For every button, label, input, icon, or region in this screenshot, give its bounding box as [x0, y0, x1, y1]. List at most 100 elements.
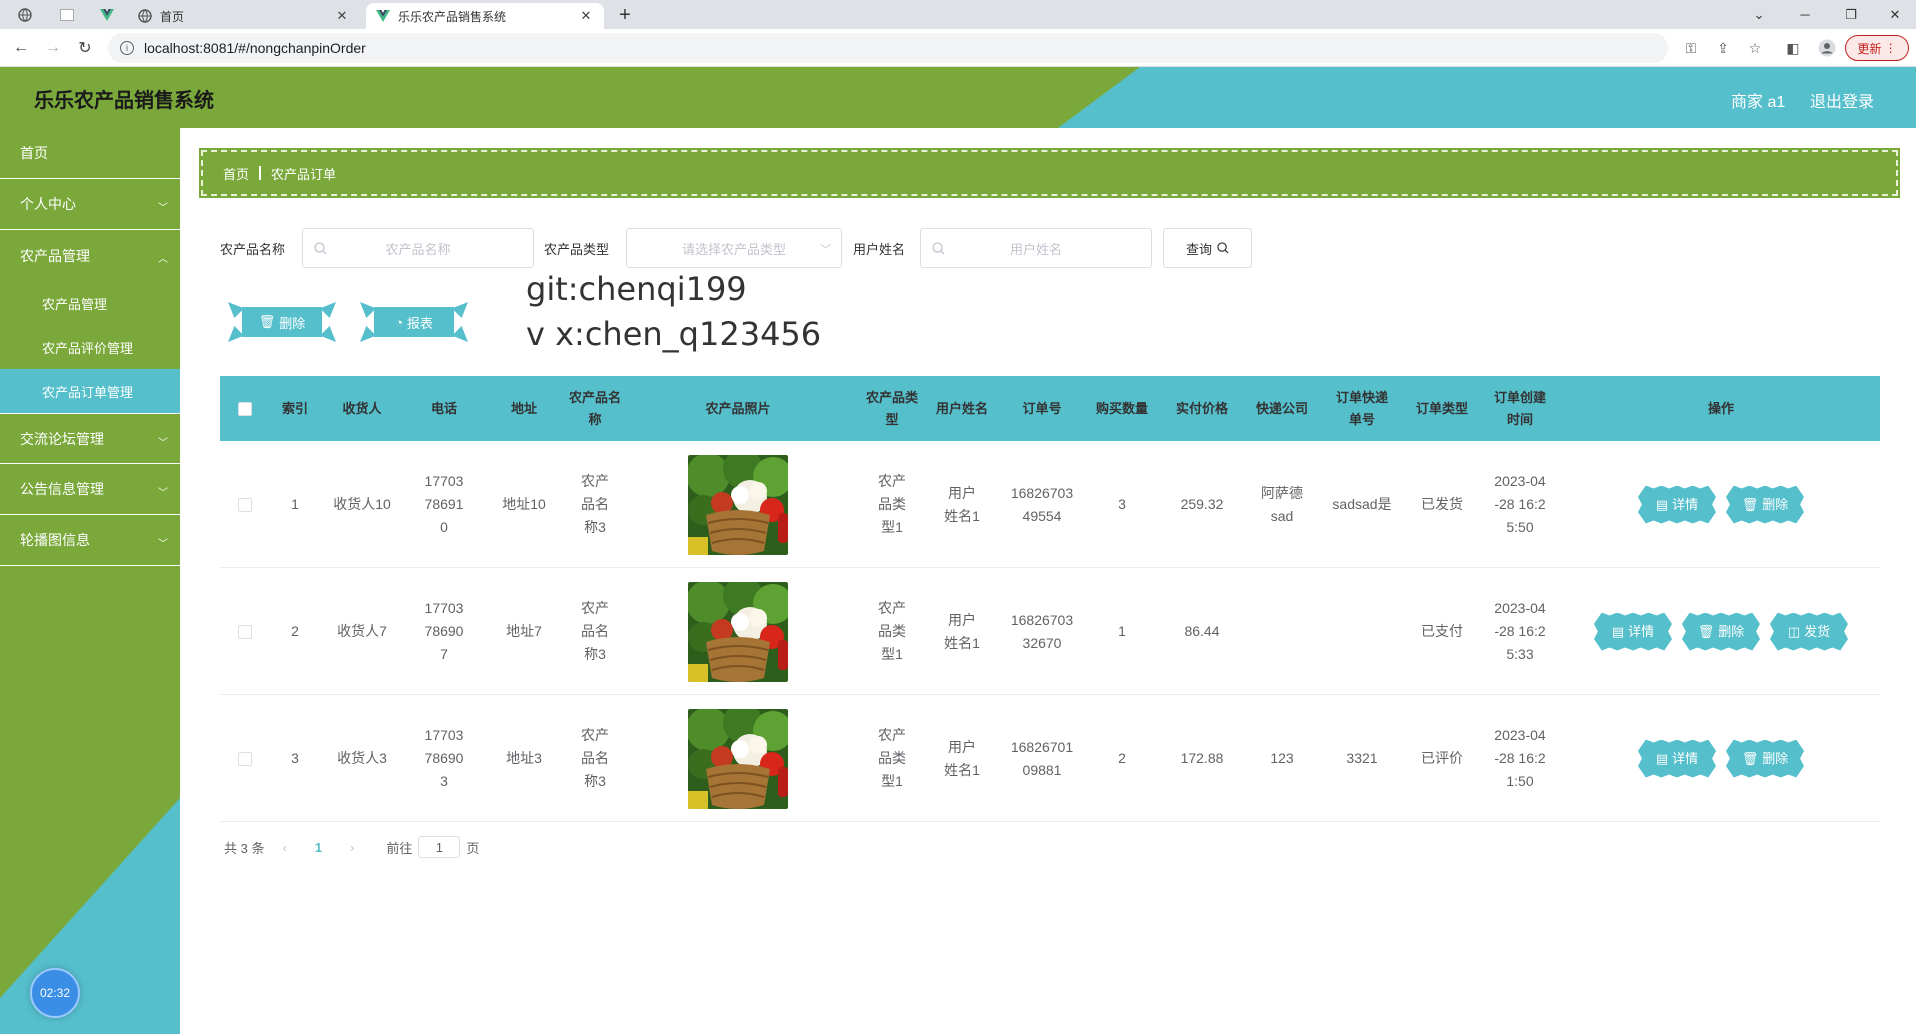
cell-product-name: 农产品名称3	[581, 600, 609, 662]
cell-product-name: 农产品名称3	[581, 473, 609, 535]
query-button[interactable]: 查询	[1163, 228, 1252, 268]
next-page-chevron-icon[interactable]: ›	[350, 840, 354, 855]
product-type-label: 农产品类型	[544, 242, 610, 257]
tab-favicon-vue-icon[interactable]	[94, 4, 120, 25]
profile-avatar-icon[interactable]	[1816, 37, 1838, 59]
delete-button[interactable]: 🗑︎ 删除	[1726, 485, 1804, 524]
cell-order-type: 已发货	[1421, 496, 1463, 512]
window-close-button[interactable]: ✕	[1872, 0, 1916, 29]
product-type-select[interactable]: 请选择农产品类型 ﹀	[626, 228, 842, 268]
th-phone: 电话	[430, 400, 457, 416]
delete-button[interactable]: 🗑︎ 删除	[1726, 739, 1804, 778]
detail-button[interactable]: ▤ 详情	[1638, 485, 1716, 524]
forward-arrow-icon[interactable]: →	[42, 37, 64, 59]
restore-button[interactable]: ❐	[1828, 0, 1874, 29]
delete-button[interactable]: 🗑︎ 删除	[1682, 612, 1760, 651]
chevron-down-icon: ﹀	[158, 438, 168, 449]
tab-search-chevron-icon[interactable]: ⌄	[1736, 0, 1782, 29]
vegetable-basket-image[interactable]	[688, 454, 788, 555]
url-field[interactable]: i localhost:8081/#/nongchanpinOrder	[108, 33, 1668, 63]
sidebar-item-forum[interactable]: 交流论坛管理 ﹀	[0, 413, 180, 464]
row-checkbox[interactable]	[220, 695, 270, 822]
sidebar-subitem-product-review[interactable]: 农产品评价管理	[0, 325, 180, 369]
select-all-checkbox[interactable]	[220, 376, 270, 441]
sidebar-item-notice[interactable]: 公告信息管理 ﹀	[0, 464, 180, 515]
sidebar-item-home[interactable]: 首页	[0, 128, 180, 179]
sidebar-item-product-management[interactable]: 农产品管理 ︿	[0, 230, 180, 281]
breadcrumb-home[interactable]: 首页	[223, 164, 249, 183]
cell-product-name: 农产品名称3	[581, 727, 609, 789]
cell-order-no: 1682670349554	[1010, 484, 1074, 524]
site-info-icon[interactable]: i	[120, 41, 134, 55]
close-icon[interactable]: ✕	[578, 8, 594, 24]
cell-user-name: 用户姓名1	[944, 738, 980, 778]
bookmark-star-icon[interactable]: ☆	[1744, 37, 1766, 59]
table-header: 索引 收货人 电话 地址 农产品名称 农产品照片 农产品类型 用户姓名 订单号 …	[220, 376, 1880, 441]
sidebar-decoration	[0, 798, 180, 1034]
delete-icon: 🗑︎	[1697, 624, 1715, 639]
product-name-label: 农产品名称	[220, 242, 286, 257]
breadcrumb-current: 农产品订单	[271, 166, 337, 182]
cell-receiver: 收货人7	[337, 623, 387, 639]
cell-order-no: 1682670332670	[1010, 611, 1074, 651]
prev-page-chevron-icon[interactable]: ‹	[282, 840, 286, 855]
user-name-input[interactable]: 用户姓名	[920, 228, 1152, 268]
reload-icon[interactable]: ↻	[74, 37, 96, 59]
th-index: 索引	[281, 400, 308, 416]
detail-button[interactable]: ▤ 详情	[1594, 612, 1672, 651]
timer-badge[interactable]: 02:32	[30, 968, 80, 1018]
tab-favicon-globe-icon[interactable]	[12, 4, 38, 25]
current-user[interactable]: 商家 a1	[1731, 88, 1785, 112]
bulk-delete-button[interactable]: 🗑︎ 删除	[228, 302, 336, 342]
chevron-up-icon: ︿	[158, 254, 168, 265]
sidebar-item-carousel[interactable]: 轮播图信息 ﹀	[0, 515, 180, 566]
cell-user-name: 用户姓名1	[944, 484, 980, 524]
cell-quantity: 3	[1118, 496, 1126, 512]
new-tab-button[interactable]: +	[612, 3, 638, 27]
cell-ops: ▤ 详情 🗑︎ 删除 ◫ 发货	[1562, 568, 1880, 695]
row-checkbox[interactable]	[220, 441, 270, 568]
sidebar-item-personal-center[interactable]: 个人中心 ﹀	[0, 179, 180, 230]
th-address: 地址	[510, 400, 537, 416]
watermark-line-1: git:chenqi199	[526, 270, 747, 308]
product-name-input[interactable]: 农产品名称	[302, 228, 534, 268]
vegetable-basket-image[interactable]	[688, 581, 788, 682]
op-label: 详情	[1672, 497, 1699, 512]
trash-icon: 🗑︎	[258, 314, 276, 329]
goto-page-input[interactable]: 1	[418, 836, 461, 858]
tab-home[interactable]: 首页 ✕	[128, 3, 360, 29]
browser-update-button[interactable]: 更新 ⋮	[1845, 35, 1909, 61]
vegetable-basket-image[interactable]	[688, 708, 788, 809]
cell-receiver: 收货人3	[337, 750, 387, 766]
sidebar-item-label: 农产品订单管理	[42, 384, 134, 400]
goto-label: 前往	[386, 840, 413, 856]
minimize-button[interactable]: ─	[1782, 0, 1828, 29]
sidebar-subitem-product-order[interactable]: 农产品订单管理	[0, 369, 180, 413]
logout-link[interactable]: 退出登录	[1810, 88, 1874, 112]
share-icon[interactable]: ⇪	[1712, 37, 1734, 59]
th-created: 订单创建时间	[1493, 389, 1546, 427]
key-icon[interactable]: ⚿	[1680, 37, 1702, 59]
op-label: 发货	[1804, 624, 1831, 639]
row-checkbox[interactable]	[220, 568, 270, 695]
th-price: 实付价格	[1175, 400, 1228, 416]
placeholder: 农产品名称	[385, 241, 451, 257]
placeholder: 请选择农产品类型	[681, 241, 786, 257]
cell-price: 172.88	[1180, 750, 1224, 766]
tab-favicon-blank-icon[interactable]	[54, 4, 80, 25]
cell-ops: ▤ 详情 🗑︎ 删除	[1562, 441, 1880, 568]
sidebar-item-label: 农产品管理	[20, 247, 90, 264]
detail-button[interactable]: ▤ 详情	[1638, 739, 1716, 778]
delete-icon: 🗑︎	[1741, 751, 1759, 766]
pagination: 共 3 条 ‹ 1 › 前往 1 页	[224, 836, 479, 858]
report-label: 报表	[406, 315, 433, 331]
close-icon[interactable]: ✕	[334, 8, 350, 24]
report-button[interactable]: ◔ 报表	[360, 302, 468, 342]
sidebar-subitem-product[interactable]: 农产品管理	[0, 281, 180, 325]
back-arrow-icon[interactable]: ←	[10, 37, 32, 59]
side-panel-icon[interactable]: ◧	[1782, 37, 1804, 59]
pagination-page-1[interactable]: 1	[315, 840, 322, 855]
watermark-line-2: v x:chen_q123456	[526, 315, 822, 353]
tab-app[interactable]: 乐乐农产品销售系统 ✕	[366, 3, 604, 29]
ship-button[interactable]: ◫ 发货	[1770, 612, 1848, 651]
